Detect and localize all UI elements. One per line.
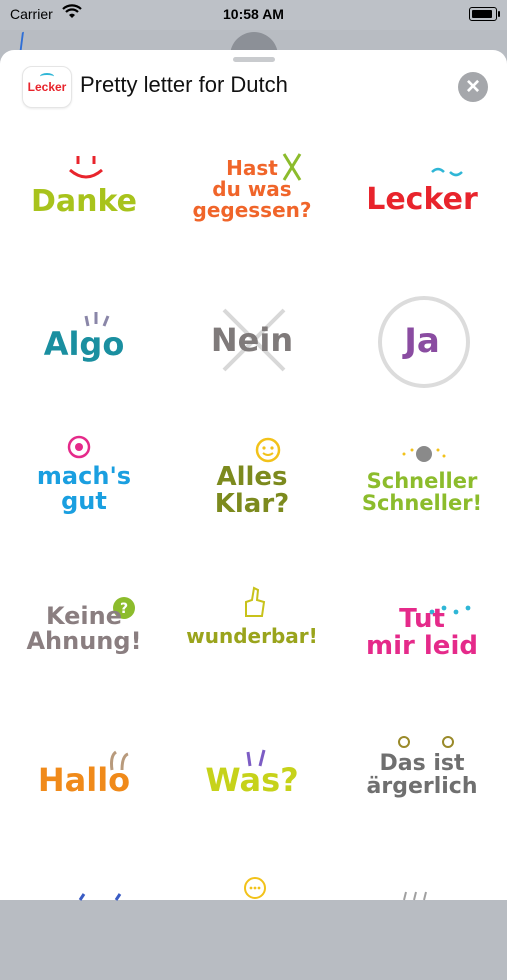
sticker-text: Nein — [210, 321, 294, 359]
smiley-icon — [255, 437, 281, 463]
sticker-tut-mir-leid[interactable]: Tut mir leid — [338, 580, 506, 690]
page-title: Pretty letter for Dutch — [80, 72, 288, 97]
smile-icon — [69, 156, 103, 179]
sticker-text: Was? — [205, 761, 299, 799]
sparkle-icon — [403, 891, 427, 901]
sticker-das-ist-aergerlich[interactable]: Das ist ärgerlich — [338, 720, 506, 830]
sticker-text: Schneller Schneller! — [361, 469, 483, 516]
sticker-text: Das ist ärgerlich — [366, 751, 478, 800]
sticker-partial[interactable] — [338, 870, 506, 980]
sticker-keine-ahnung[interactable]: ? Keine Ahnung! — [0, 580, 168, 690]
app-icon-label: Lecker — [27, 80, 67, 94]
sheet-grabber[interactable] — [233, 57, 275, 62]
sticker-text: Alles Klar? — [214, 462, 290, 520]
sticker-alles-klar[interactable]: Alles Klar? — [168, 430, 336, 540]
wave-icon — [40, 73, 54, 80]
sticker-danke[interactable]: Danke — [0, 150, 168, 260]
sticker-wunderbar[interactable]: wunderbar! — [168, 580, 336, 690]
sparkle-icon — [78, 893, 122, 901]
sticker-text: Hast du was gegessen? — [192, 156, 312, 222]
tongue-icon — [431, 167, 463, 177]
sticker-nein[interactable]: Nein — [168, 290, 336, 400]
thumbs-up-icon — [245, 586, 266, 617]
speech-bubble-icon — [244, 877, 266, 899]
sticker-text: Hallo — [37, 761, 131, 799]
sticker-lecker[interactable]: Lecker — [338, 150, 506, 260]
status-bar: Carrier 10:58 AM — [0, 0, 507, 30]
close-button[interactable]: × — [458, 72, 488, 102]
sticker-ja[interactable]: Ja — [338, 290, 506, 400]
steam-icon — [398, 736, 454, 748]
sticker-text: wunderbar! — [186, 624, 318, 648]
sticker-text: Keine Ahnung! — [26, 602, 142, 656]
sticker-text: Lecker — [366, 182, 478, 217]
sticker-partial[interactable] — [0, 870, 168, 980]
sticker-text: Tut mir leid — [366, 604, 478, 662]
sticker-text: Algo — [43, 325, 125, 363]
app-icon: Lecker — [22, 66, 72, 108]
sticker-hallo[interactable]: Hallo — [0, 720, 168, 830]
sticker-sheet: Lecker Pretty letter for Dutch × Danke H… — [0, 50, 507, 901]
sticker-hast-du-was-gegessen[interactable]: Hast du was gegessen? — [168, 150, 336, 260]
battery-icon — [469, 7, 500, 21]
stopwatch-icon — [402, 446, 446, 462]
sticker-text: Ja — [404, 321, 440, 361]
star-bubble-icon — [67, 435, 91, 459]
sticker-partial[interactable] — [168, 870, 336, 980]
sticker-text: Danke — [31, 184, 137, 219]
sticker-algo[interactable]: Algo — [0, 290, 168, 400]
close-icon: × — [465, 73, 480, 100]
sticker-was[interactable]: Was? — [168, 720, 336, 830]
sticker-text: mach's gut — [36, 462, 132, 516]
clock: 10:58 AM — [223, 6, 284, 22]
sticker-schneller[interactable]: Schneller Schneller! — [338, 430, 506, 540]
sticker-machs-gut[interactable]: mach's gut — [0, 430, 168, 540]
